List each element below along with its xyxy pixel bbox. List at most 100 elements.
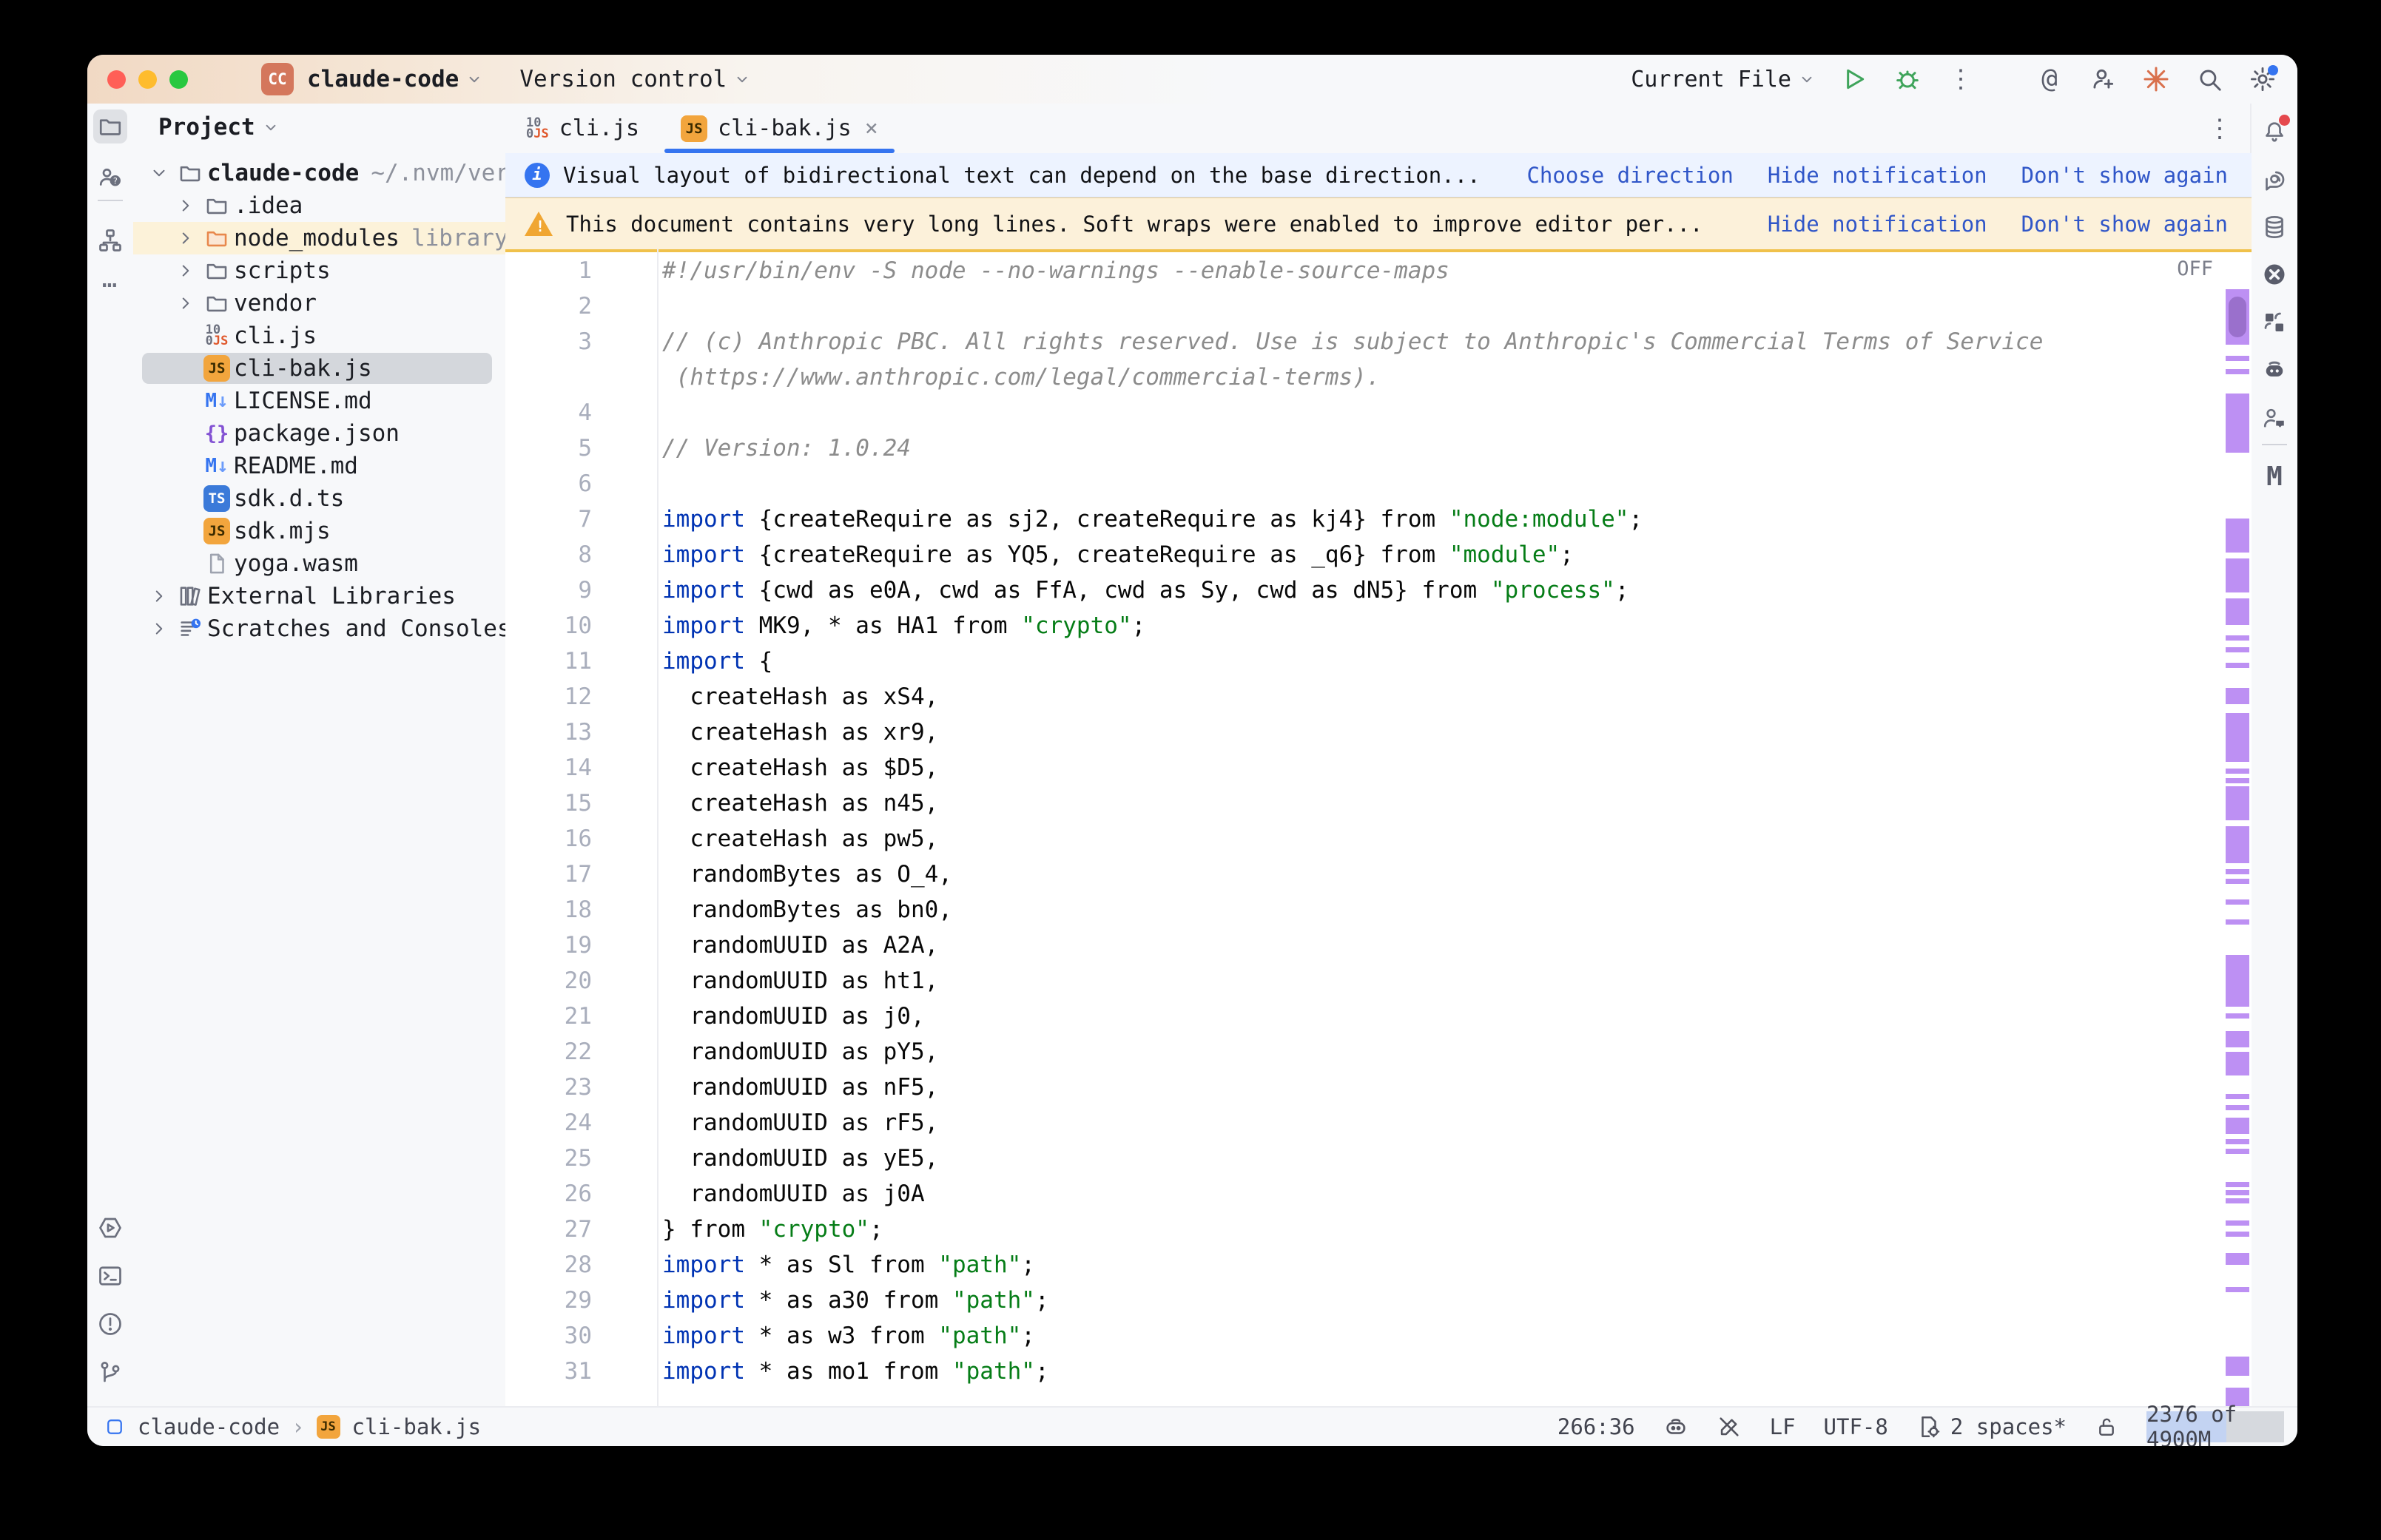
- mentions-icon[interactable]: @: [2034, 64, 2065, 95]
- run-configuration-select[interactable]: Current File: [1631, 67, 1816, 92]
- tree-item-Scratches and Consoles[interactable]: Scratches and Consoles: [133, 612, 505, 645]
- banner-action[interactable]: Hide notification: [1768, 163, 1987, 188]
- tab-options-button[interactable]: ⋮: [2207, 116, 2232, 141]
- code-line: 8 import {createRequire as YQ5, createRe…: [505, 537, 2223, 573]
- tree-item-node_modules[interactable]: node_moduleslibrary: [133, 222, 505, 254]
- more-actions-button[interactable]: ⋮: [1945, 64, 1976, 95]
- tree-item-cli.js[interactable]: 100JS cli.js: [133, 320, 505, 352]
- project-menu[interactable]: claude-code: [307, 66, 459, 92]
- terminal-tool-button[interactable]: [93, 1259, 127, 1293]
- editor-tab-cli.js[interactable]: 100JS cli.js: [505, 104, 660, 153]
- code-viewport[interactable]: OFF 1 #!/usr/bin/env -S node --no-warnin…: [505, 249, 2252, 1408]
- status-pencil-slash[interactable]: [1717, 1414, 1742, 1439]
- status-indent[interactable]: 2 spaces*: [1916, 1414, 2067, 1439]
- editor-scrollbar[interactable]: [2223, 249, 2252, 1408]
- json-icon: {}: [200, 422, 234, 445]
- hexagon-play-tool-button[interactable]: [93, 1211, 127, 1245]
- tree-chevron-icon[interactable]: [145, 163, 173, 183]
- code-line: 3 // (c) Anthropic PBC. All rights reser…: [505, 324, 2223, 359]
- status-copilot[interactable]: [1663, 1414, 1688, 1439]
- code-line: 10 import MK9, * as HA1 from "crypto";: [505, 608, 2223, 644]
- tree-chevron-icon[interactable]: [145, 619, 173, 638]
- tree-item-scripts[interactable]: scripts: [133, 254, 505, 287]
- project-panel-header[interactable]: Project: [133, 104, 505, 151]
- tree-item-package.json[interactable]: {} package.json: [133, 417, 505, 450]
- tree-chevron-icon[interactable]: [145, 587, 173, 606]
- m-logo-tool-button[interactable]: M: [2257, 460, 2291, 494]
- ide-window: CC claude-code Version control Current F…: [87, 55, 2297, 1446]
- tree-chevron-icon[interactable]: [172, 261, 200, 280]
- more-tool-button[interactable]: …: [93, 262, 127, 296]
- banner-action[interactable]: Don't show again: [2021, 163, 2228, 188]
- tree-item-vendor[interactable]: vendor: [133, 287, 505, 320]
- change-marker: [2226, 663, 2249, 668]
- code-line: 25 randomUUID as yE5,: [505, 1141, 2223, 1176]
- database-tool-button[interactable]: [2257, 210, 2291, 244]
- tree-item-LICENSE.md[interactable]: M↓ LICENSE.md: [133, 385, 505, 417]
- banner-action[interactable]: Choose direction: [1526, 163, 1733, 188]
- tree-item-label: External Libraries: [207, 583, 456, 609]
- tree-item-label: cli-bak.js: [234, 355, 372, 382]
- tree-item-label: package.json: [234, 420, 400, 447]
- status-encoding[interactable]: UTF-8: [1824, 1414, 1888, 1439]
- line-number: 17: [505, 861, 592, 888]
- banner-action[interactable]: Hide notification: [1768, 212, 1987, 237]
- close-tab-icon[interactable]: ×: [865, 115, 878, 141]
- users-question-tool-button[interactable]: ?: [93, 160, 127, 194]
- bot-tool-button[interactable]: [2257, 353, 2291, 387]
- x-circle-tool-button[interactable]: [2257, 257, 2291, 291]
- code-line: 20 randomUUID as ht1,: [505, 963, 2223, 999]
- folder-icon: [200, 258, 234, 283]
- zoom-window-button[interactable]: [169, 70, 188, 89]
- run-button[interactable]: [1839, 64, 1870, 95]
- code-line: 9 import {cwd as e0A, cwd as FfA, cwd as…: [505, 573, 2223, 608]
- tree-item-.idea[interactable]: .idea: [133, 189, 505, 222]
- structure-tool-button[interactable]: [93, 223, 127, 257]
- tree-item-README.md[interactable]: M↓ README.md: [133, 450, 505, 482]
- status-memory-indicator[interactable]: 2376 of 4900M: [2146, 1411, 2284, 1442]
- bell-tool-button[interactable]: [2257, 115, 2291, 149]
- tree-item-claude-code[interactable]: claude-code~/.nvm/vers: [133, 157, 505, 189]
- version-control-menu[interactable]: Version control: [519, 66, 727, 92]
- user-chat-tool-button[interactable]: [2257, 401, 2291, 435]
- close-window-button[interactable]: [107, 70, 126, 89]
- scrollbar-thumb[interactable]: [2229, 297, 2246, 337]
- change-marker: [2226, 1139, 2249, 1144]
- tree-item-yoga.wasm[interactable]: yoga.wasm: [133, 547, 505, 580]
- git-branch-tool-button[interactable]: [93, 1355, 127, 1389]
- tree-item-cli-bak.js[interactable]: JS cli-bak.js: [133, 352, 505, 385]
- status-caret-position[interactable]: 266:36: [1557, 1414, 1635, 1439]
- change-marker: [2226, 598, 2249, 625]
- minimize-window-button[interactable]: [138, 70, 157, 89]
- tab-label: cli-bak.js: [718, 115, 852, 141]
- tree-chevron-icon[interactable]: [172, 196, 200, 215]
- line-number: 27: [505, 1216, 592, 1243]
- line-number: 7: [505, 506, 592, 533]
- line-number: 10: [505, 612, 592, 639]
- debug-button[interactable]: [1892, 64, 1923, 95]
- code-line: 11 import {: [505, 644, 2223, 679]
- tree-item-sdk.d.ts[interactable]: TS sdk.d.ts: [133, 482, 505, 515]
- add-user-icon[interactable]: [2087, 64, 2118, 95]
- change-marker: [2226, 1105, 2249, 1110]
- change-marker: [2226, 1094, 2249, 1099]
- tree-chevron-icon[interactable]: [172, 294, 200, 313]
- puzzle-tool-button[interactable]: [2257, 305, 2291, 340]
- tree-item-External Libraries[interactable]: External Libraries: [133, 580, 505, 612]
- ai-chat-tool-button[interactable]: [2257, 162, 2291, 196]
- tree-item-sdk.mjs[interactable]: JS sdk.mjs: [133, 515, 505, 547]
- search-everywhere-button[interactable]: [2194, 64, 2225, 95]
- settings-button[interactable]: [2247, 64, 2278, 95]
- banner-action[interactable]: Don't show again: [2021, 212, 2228, 237]
- status-unlock[interactable]: [2095, 1415, 2118, 1439]
- burst-icon[interactable]: [2141, 64, 2172, 95]
- status-widgets: 266:36 LF UTF-8 2 spaces* 2376 of 4900M: [1557, 1411, 2297, 1442]
- tree-chevron-icon[interactable]: [172, 229, 200, 248]
- breadcrumb-separator: ›: [292, 1414, 304, 1439]
- project-tool-button[interactable]: [93, 109, 127, 143]
- editor-tab-cli-bak.js[interactable]: JS cli-bak.js×: [660, 104, 899, 153]
- status-line-separator[interactable]: LF: [1770, 1414, 1796, 1439]
- problems-tool-button[interactable]: [93, 1307, 127, 1341]
- breadcrumb-file[interactable]: cli-bak.js: [352, 1414, 482, 1439]
- breadcrumb-project[interactable]: claude-code: [138, 1414, 280, 1439]
